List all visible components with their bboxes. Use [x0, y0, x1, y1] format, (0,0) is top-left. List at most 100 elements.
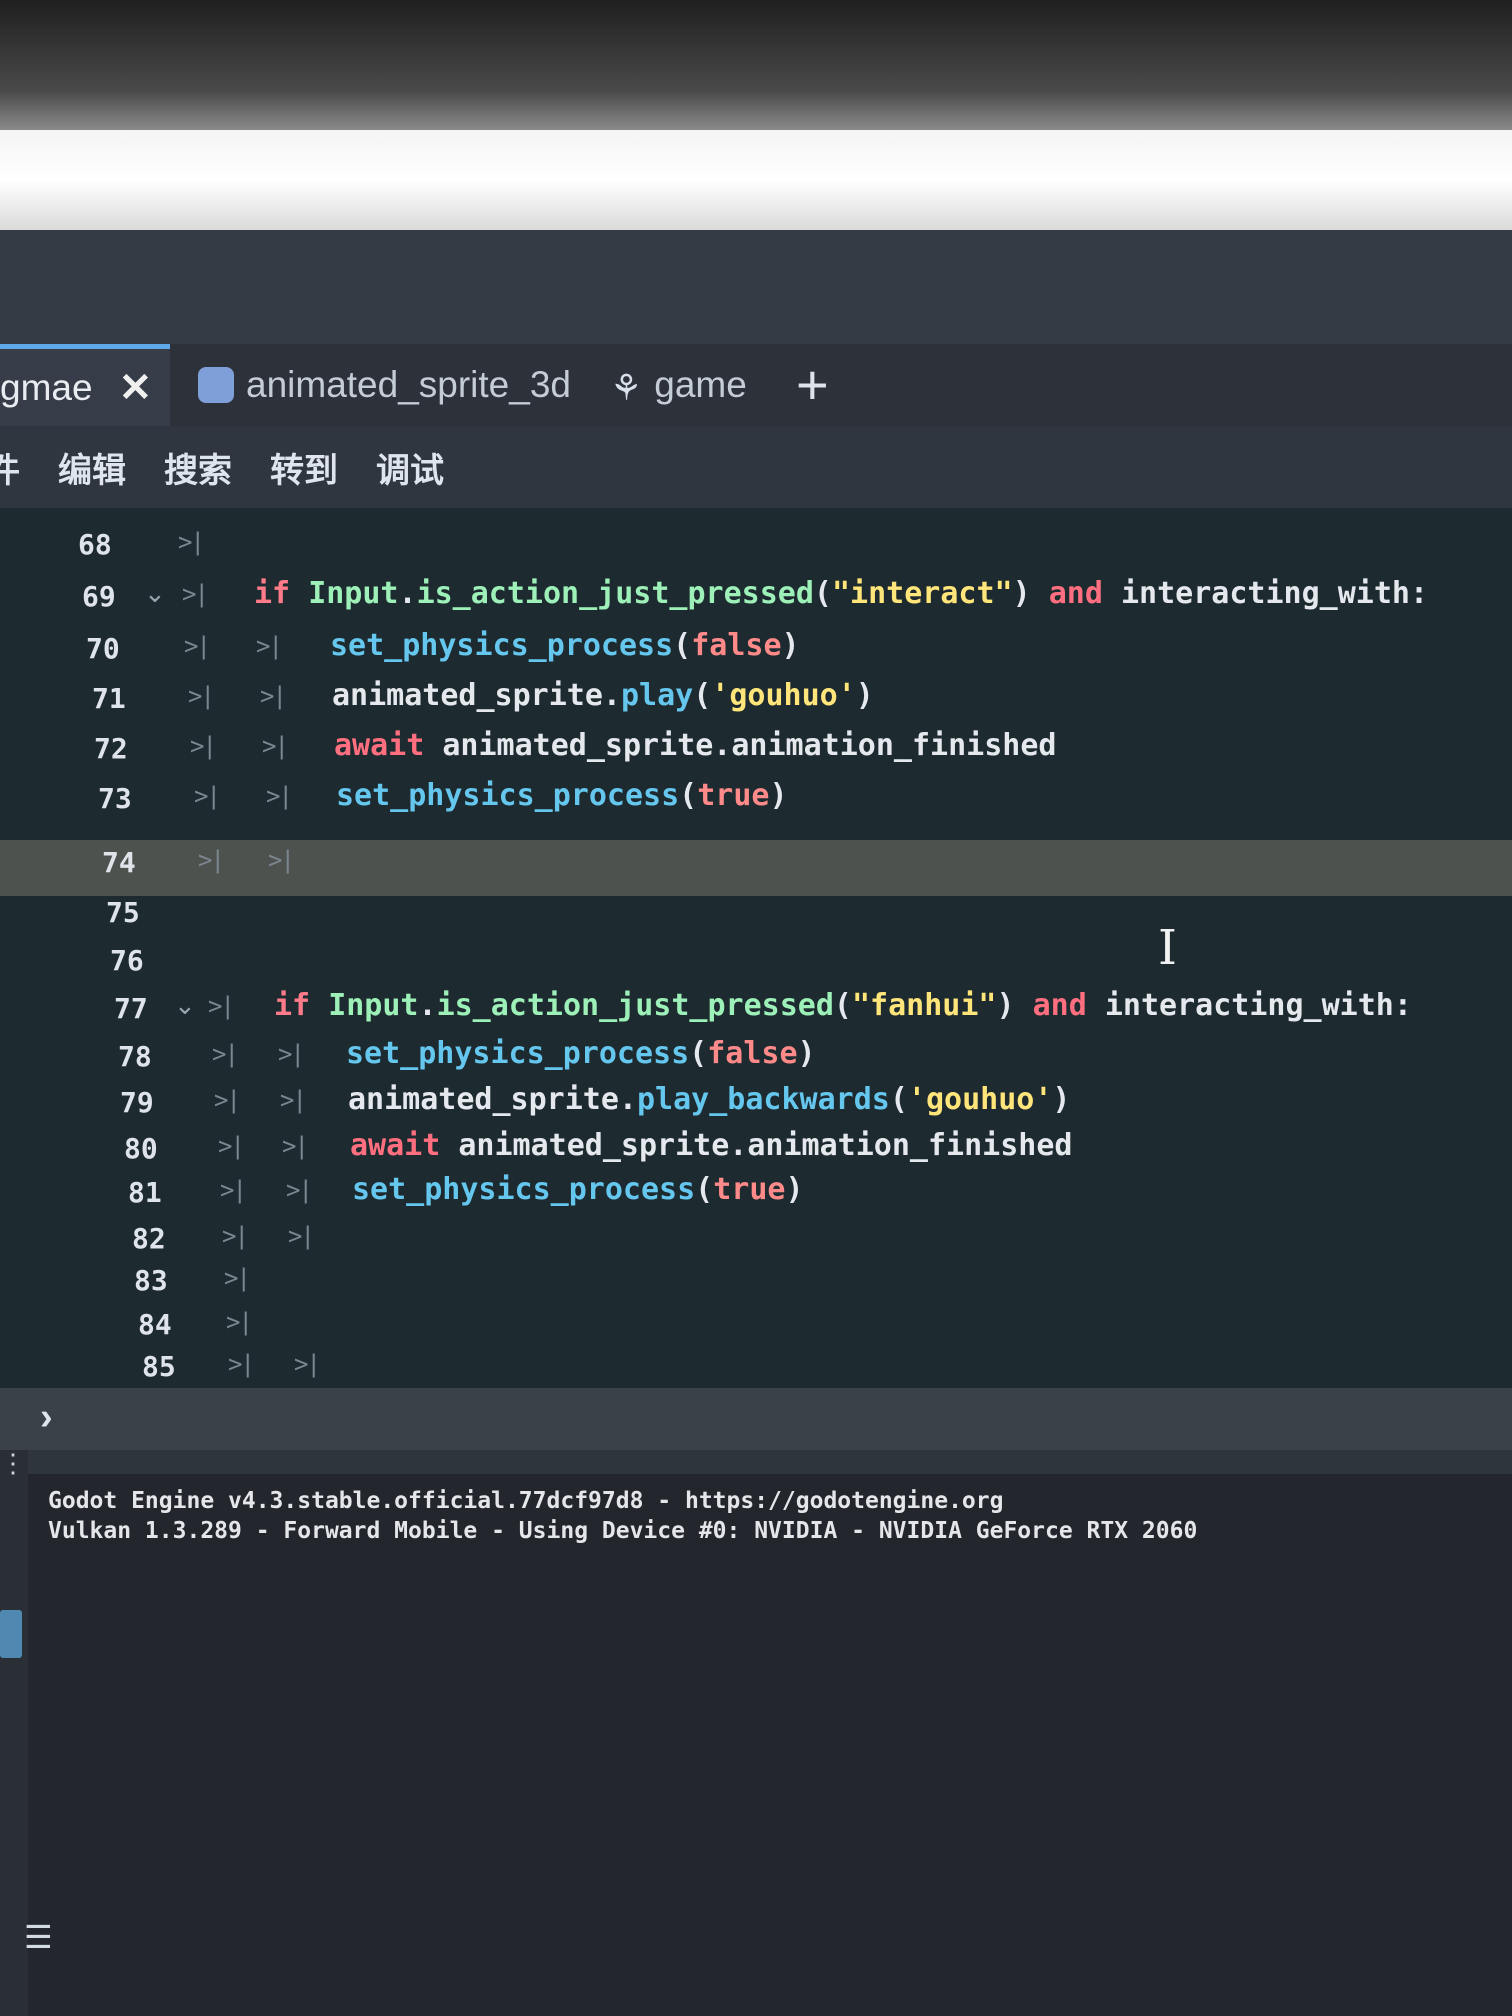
tab-marker: >| — [212, 1040, 239, 1068]
code-line: 72 >| >| await animated_sprite.animation… — [0, 726, 1512, 774]
fold-arrow-icon[interactable]: ⌄ — [174, 990, 196, 1021]
code-text: animated_sprite.play('gouhuo') — [332, 678, 874, 713]
line-number: 84 — [138, 1308, 172, 1341]
code-line: 75 — [0, 890, 1512, 938]
code-text: set_physics_process(false) — [346, 1036, 816, 1071]
tab-marker: >| — [226, 1308, 253, 1336]
code-line: 81 >| >| set_physics_process(true) — [0, 1170, 1512, 1218]
line-number: 79 — [120, 1086, 154, 1119]
line-number: 72 — [94, 732, 128, 765]
tab-marker: >| — [266, 782, 293, 810]
line-number: 69 — [82, 580, 116, 613]
menu-debug[interactable]: 调试 — [376, 443, 444, 492]
tab-marker: >| — [286, 1176, 313, 1204]
close-icon[interactable]: ✕ — [119, 365, 153, 411]
drag-handle-icon[interactable]: ⋮ — [0, 1448, 26, 1479]
tab-animated-sprite-3d[interactable]: animated_sprite_3d — [198, 344, 571, 426]
tab-marker: >| — [288, 1222, 315, 1250]
code-text: await animated_sprite.animation_finished — [334, 728, 1057, 763]
bottom-panel-header — [0, 1388, 1512, 1450]
code-text: if Input.is_action_just_pressed("interac… — [254, 576, 1429, 611]
scene-icon — [198, 367, 234, 403]
line-number: 76 — [110, 944, 144, 977]
code-line: 83 >| — [0, 1258, 1512, 1306]
line-number: 82 — [132, 1222, 166, 1255]
screen-glare — [0, 130, 1512, 230]
list-icon[interactable]: ☰ — [24, 1918, 53, 1956]
tab-gmae[interactable]: gmae ✕ — [0, 344, 170, 426]
tab-marker: >| — [278, 1040, 305, 1068]
code-text: set_physics_process(true) — [336, 778, 788, 813]
tab-marker: >| — [224, 1264, 251, 1292]
tab-marker: >| — [282, 1132, 309, 1160]
code-line: 84 >| — [0, 1302, 1512, 1350]
current-line-highlight: 74 >| >| — [0, 840, 1512, 896]
code-line: 82 >| >| — [0, 1216, 1512, 1264]
line-number: 71 — [92, 682, 126, 715]
line-number: 68 — [78, 528, 112, 561]
tab-game[interactable]: ⚘ game — [610, 344, 747, 426]
tab-marker: >| — [214, 1086, 241, 1114]
tab-marker: >| — [260, 682, 287, 710]
tab-marker: >| — [208, 992, 235, 1020]
code-editor[interactable]: 68 >| 69 ⌄ >| if Input.is_action_just_pr… — [0, 508, 1512, 1388]
fold-arrow-icon[interactable]: ⌄ — [144, 578, 166, 609]
tab-marker: >| — [194, 782, 221, 810]
line-number: 78 — [118, 1040, 152, 1073]
add-tab-button[interactable]: + — [796, 352, 829, 417]
tab-marker: >| — [190, 732, 217, 760]
script-menu-bar: 件 编辑 搜索 转到 调试 — [0, 426, 1512, 508]
code-line: 71 >| >| animated_sprite.play('gouhuo') — [0, 676, 1512, 724]
tab-marker: >| — [228, 1350, 255, 1378]
code-line: 70 >| >| set_physics_process(false) — [0, 626, 1512, 674]
monitor-bezel — [0, 0, 1512, 130]
menu-search[interactable]: 搜索 — [164, 443, 232, 492]
tab-marker: >| — [256, 632, 283, 660]
line-number: 70 — [86, 632, 120, 665]
line-number: 75 — [106, 896, 140, 929]
code-line: 85 >| >| — [0, 1344, 1512, 1392]
tab-marker: >| — [294, 1350, 321, 1378]
line-number: 80 — [124, 1132, 158, 1165]
tab-marker: >| — [218, 1132, 245, 1160]
code-text: if Input.is_action_just_pressed("fanhui"… — [274, 988, 1412, 1023]
code-text: set_physics_process(false) — [330, 628, 800, 663]
line-number: 85 — [142, 1350, 176, 1383]
code-line: 68 >| — [0, 522, 1512, 570]
tab-marker: >| — [262, 732, 289, 760]
scene-tab-bar: gmae ✕ animated_sprite_3d ⚘ game + — [0, 344, 1512, 426]
code-line: 77 ⌄ >| if Input.is_action_just_pressed(… — [0, 986, 1512, 1034]
code-line: 78 >| >| set_physics_process(false) — [0, 1034, 1512, 1082]
editor-topbar: ↱ 2D ⇱ 3D ▤ Sc — [0, 230, 1512, 547]
menu-edit[interactable]: 编辑 — [58, 443, 126, 492]
text-cursor-icon: I — [1158, 920, 1177, 976]
code-line: 69 ⌄ >| if Input.is_action_just_pressed(… — [0, 574, 1512, 622]
code-line: 73 >| >| set_physics_process(true) — [0, 776, 1512, 824]
tab-marker: >| — [178, 528, 205, 556]
tab-marker: >| — [280, 1086, 307, 1114]
expand-chevron-icon[interactable]: › — [40, 1396, 53, 1439]
tab-marker: >| — [184, 632, 211, 660]
line-number: 73 — [98, 782, 132, 815]
line-number: 77 — [114, 992, 148, 1025]
output-log-line: Vulkan 1.3.289 - Forward Mobile - Using … — [48, 1518, 1198, 1544]
tab-marker: >| — [220, 1176, 247, 1204]
code-line: 79 >| >| animated_sprite.play_backwards(… — [0, 1080, 1512, 1128]
tab-marker: >| — [182, 580, 209, 608]
tab-marker: >| — [268, 846, 295, 874]
line-number: 83 — [134, 1264, 168, 1297]
tab-marker: >| — [198, 846, 225, 874]
line-number: 81 — [128, 1176, 162, 1209]
line-number: 74 — [102, 846, 136, 879]
dock-tab-indicator[interactable] — [0, 1610, 22, 1658]
panel-divider — [0, 1450, 1512, 1474]
menu-file[interactable]: 件 — [0, 443, 20, 492]
menu-goto[interactable]: 转到 — [270, 443, 338, 492]
code-text: await animated_sprite.animation_finished — [350, 1128, 1073, 1163]
output-log-line: Godot Engine v4.3.stable.official.77dcf9… — [48, 1488, 1004, 1514]
tab-marker: >| — [222, 1222, 249, 1250]
node-tree-icon: ⚘ — [610, 367, 643, 408]
code-text: animated_sprite.play_backwards('gouhuo') — [348, 1082, 1071, 1117]
tab-marker: >| — [188, 682, 215, 710]
output-panel: Godot Engine v4.3.stable.official.77dcf9… — [0, 1474, 1512, 2016]
